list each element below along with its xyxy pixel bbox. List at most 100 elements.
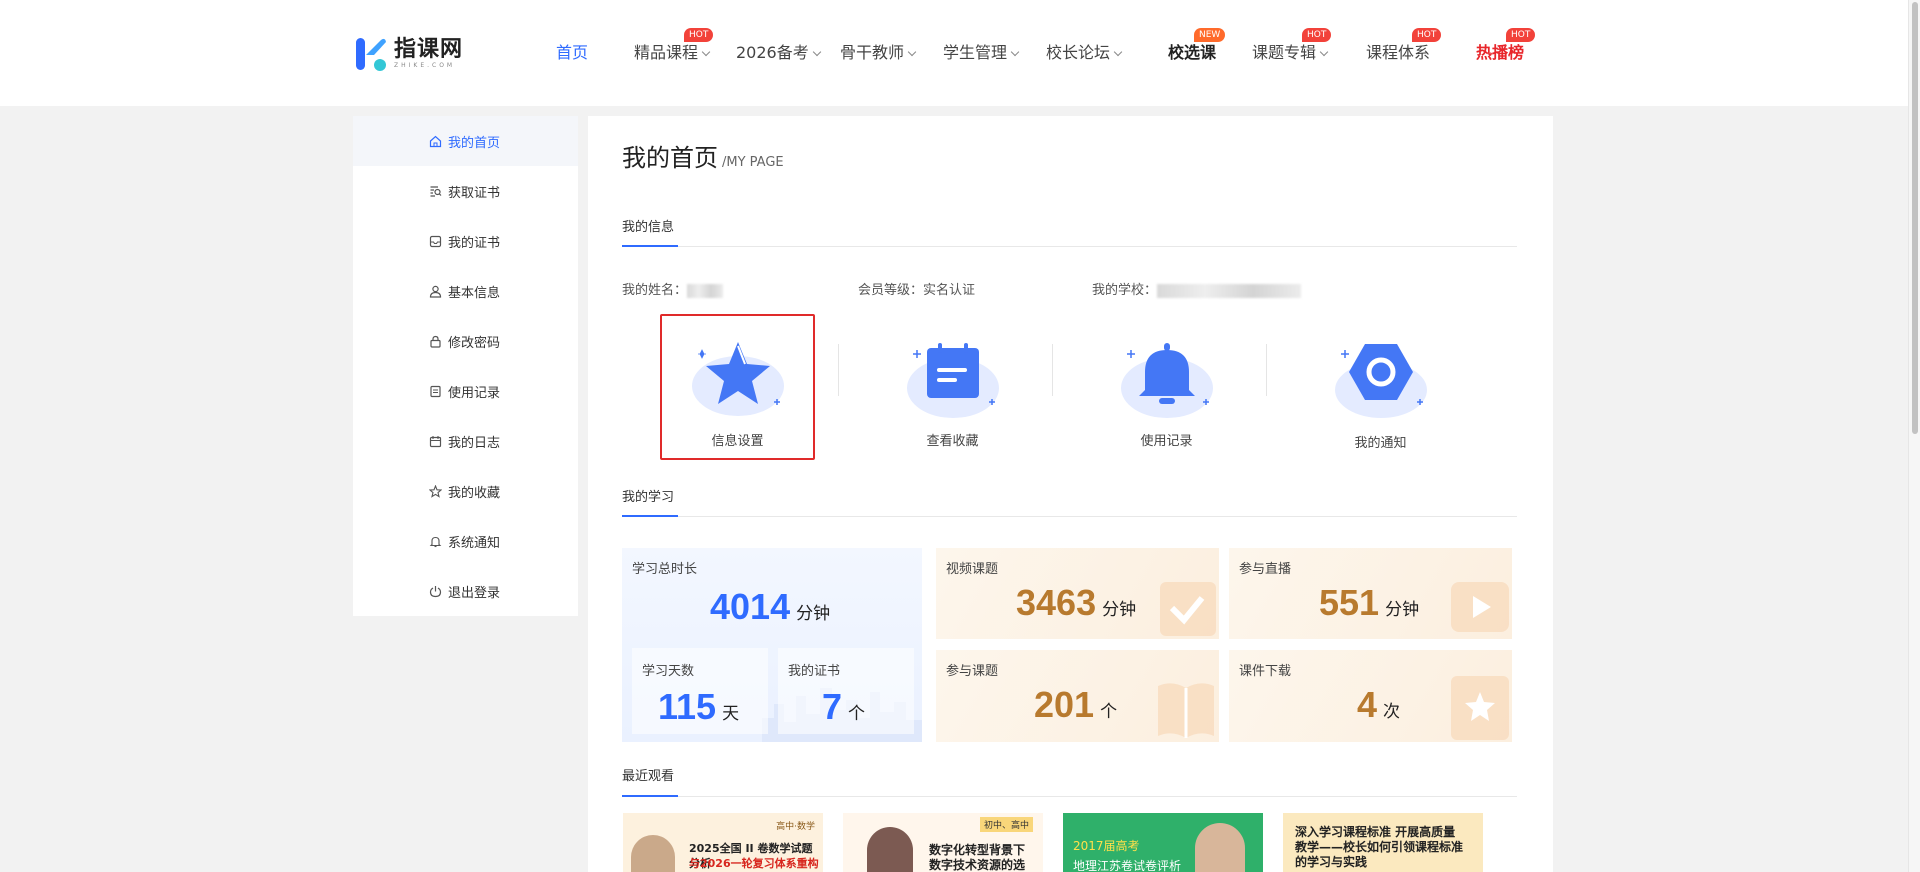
page-scrollbar[interactable] [1908,0,1920,872]
hot-badge: HOT [1412,28,1442,42]
recent-video-card[interactable]: 2017届高考 地理江苏卷试卷评析 [1063,813,1263,872]
lock-icon [428,334,442,348]
hot-badge: HOT [684,28,714,42]
section-divider [622,516,1517,517]
sidebar: 我的首页 获取证书 我的证书 基本信息 修改密码 使用记录 我的日志 我的收藏 … [353,116,578,616]
stat-video-topics: 3463 分钟 [1016,582,1137,623]
chevron-down-icon [1113,47,1123,57]
section-divider [622,246,1517,247]
presenter-photo [631,835,675,872]
tab-my-study[interactable]: 我的学习 [622,486,674,505]
star-icon [428,484,442,498]
info-name: 我的姓名： [622,279,724,298]
power-icon [428,584,442,598]
nav-course-system[interactable]: 课程体系 HOT [1366,28,1442,66]
quick-my-notices[interactable]: 我的通知 [1303,316,1458,466]
hot-badge: HOT [1302,28,1332,42]
nav-2026-exam[interactable]: 2026备考 [736,40,821,66]
tab-underline [622,795,678,797]
recent-video-card[interactable]: 初中、高中 数字化转型背景下 数字技术资源的选 [843,813,1043,872]
stat-label: 学习总时长 [632,562,698,577]
quick-info-settings[interactable]: 信息设置 [660,316,815,466]
recent-video-card[interactable]: 高中·数学 2025全国 II 卷数学试题分析 与2026一轮复习体系重构 [623,813,823,872]
stat-card-live: 参与直播 551 分钟 [1229,548,1512,639]
stat-topics: 201 个 [1034,684,1118,725]
stat-card-days: 学习天数 115 天 [632,648,768,734]
info-level: 会员等级：实名认证 [858,283,976,298]
sidebar-item-my-journal[interactable]: 我的日志 [353,416,578,466]
logo-text: 指课网 [394,37,464,62]
recent-video-card[interactable]: 深入学习课程标准 开展高质量 教学——校长如何引领课程标准 的学习与实践 [1283,813,1483,872]
calendar-check-icon [1160,582,1216,636]
stat-card-downloads: 课件下载 4次 [1229,650,1512,742]
chevron-down-icon [1319,47,1329,57]
bell-icon [1121,343,1213,418]
sidebar-item-get-certificate[interactable]: 获取证书 [353,166,578,216]
stat-live: 551 分钟 [1319,582,1420,623]
info-school: 我的学校： [1092,279,1302,298]
sidebar-item-usage-records[interactable]: 使用记录 [353,366,578,416]
sidebar-item-logout[interactable]: 退出登录 [353,566,578,616]
chevron-down-icon [812,47,821,57]
level-value: 实名认证 [923,283,976,298]
sidebar-item-my-certificates[interactable]: 我的证书 [353,216,578,266]
stat-card-study: 学习总时长 4014 分钟 学习天数 115 天 我的证书 7个 [622,548,922,742]
chevron-down-icon [907,47,917,57]
presenter-photo [867,827,913,872]
book-icon [1158,683,1214,738]
sidebar-item-my-favorites[interactable]: 我的收藏 [353,466,578,516]
site-logo[interactable]: 指课网 ZHIKE.COM [354,36,463,72]
nav-featured-courses[interactable]: 精品课程 HOT [634,28,714,66]
nav-student-management[interactable]: 学生管理 [943,40,1020,66]
logo-subtext: ZHIKE.COM [394,62,456,69]
sidebar-item-system-notice[interactable]: 系统通知 [353,516,578,566]
name-value-blurred [687,283,724,298]
nav-principal-forum[interactable]: 校长论坛 [1046,40,1123,66]
nav-hot-list[interactable]: 热播榜 HOT [1476,28,1536,66]
section-divider [622,796,1517,797]
hexagon-icon [1335,344,1427,418]
hot-badge: HOT [1506,28,1536,42]
school-value-blurred [1157,283,1302,298]
stat-study-days: 115 天 [658,686,740,727]
sidebar-item-basic-info[interactable]: 基本信息 [353,266,578,316]
sidebar-item-home[interactable]: 我的首页 [353,116,578,166]
home-icon [428,134,442,148]
nav-topic-albums[interactable]: 课题专辑 HOT [1252,28,1332,66]
divider [1266,344,1267,396]
certificate-icon [428,234,442,248]
star-document-icon [1451,676,1509,740]
chevron-down-icon [701,47,711,57]
stat-card-topics: 参与课题 201 个 [936,650,1219,742]
sidebar-item-change-password[interactable]: 修改密码 [353,316,578,366]
divider [838,344,839,396]
new-badge: NEW [1194,28,1226,42]
presenter-photo [1195,823,1245,872]
quick-usage-records[interactable]: 使用记录 [1089,316,1244,466]
calendar-icon [428,434,442,448]
nav-core-teachers[interactable]: 骨干教师 [840,40,917,66]
star-icon [692,342,784,416]
nav-school-elective[interactable]: 校选课 NEW [1168,28,1226,66]
calendar-icon [907,343,999,418]
quick-view-favorites[interactable]: 查看收藏 [875,316,1030,466]
logo-mark-icon [354,36,388,72]
tab-recent[interactable]: 最近观看 [622,765,674,784]
play-icon [1451,582,1509,632]
tab-underline [622,245,678,247]
scrollbar-thumb[interactable] [1912,2,1918,434]
user-icon [428,284,442,298]
stat-card-video: 视频课题 3463 分钟 [936,548,1219,639]
tab-my-info[interactable]: 我的信息 [622,216,674,235]
top-header: 指课网 ZHIKE.COM 首页 精品课程 HOT 2026备考 骨干教师 学生… [0,0,1908,106]
nav-home[interactable]: 首页 [556,40,588,66]
stat-certificates: 7个 [822,686,866,727]
stat-card-certs: 我的证书 7个 [778,648,914,734]
tab-underline [622,515,678,517]
bell-icon [428,534,442,548]
divider [1052,344,1053,396]
chevron-down-icon [1010,47,1020,57]
page-title-sub: /MY PAGE [722,155,784,170]
certificate-search-icon [428,184,442,198]
page-title: 我的首页/MY PAGE [622,144,784,172]
